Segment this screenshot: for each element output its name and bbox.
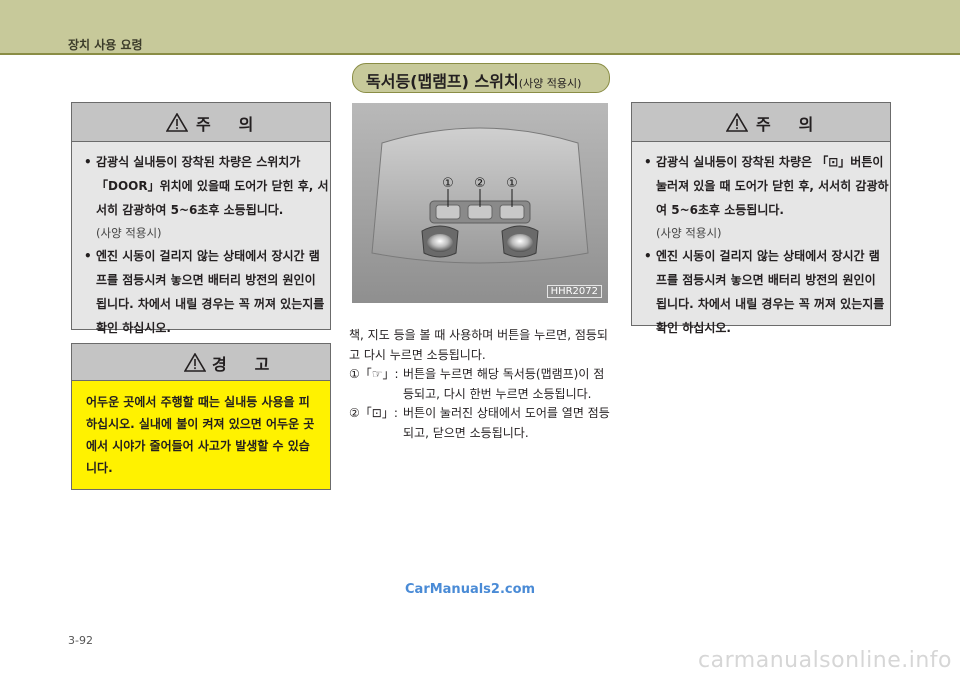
caution-item: • 엔진 시동이 걸리지 않는 상태에서 장시간 램프를 점등시켜 놓으면 배터리…: [84, 249, 325, 335]
page-number: 3-92: [68, 634, 93, 647]
spec-note: (사양 적용시): [96, 226, 162, 240]
watermark-link[interactable]: CarManuals2.com: [405, 582, 535, 597]
caution-item: • 감광식 실내등이 장착된 차량은 스위치가 「DOOR」위치에 있을때 도어가…: [84, 155, 329, 217]
caution-title: 주 의: [756, 115, 814, 134]
photo-code-label: HHR2072: [546, 285, 602, 298]
caution-title-bar: 주 의: [72, 103, 330, 142]
callout-1-left: ①: [442, 176, 454, 191]
section-title: 독서등(맵램프) 스위치(사양 적용시): [366, 72, 582, 91]
map-lamp-photo: ① ② ① HHR2072: [352, 103, 608, 303]
warning-box: 경 고 어두운 곳에서 주행할 때는 실내등 사용을 피하십시오. 실내에 불이…: [71, 343, 331, 490]
description-intro: 책, 지도 등을 볼 때 사용하며 버튼을 누르면, 점등되고 다시 누르면 소…: [349, 328, 608, 362]
section-subtitle: (사양 적용시): [518, 77, 582, 90]
caution-item: • 엔진 시동이 걸리지 않는 상태에서 장시간 램프를 점등시켜 놓으면 배터리…: [644, 249, 885, 335]
caution-title: 주 의: [196, 115, 254, 134]
warning-triangle-icon: [165, 112, 189, 136]
warning-triangle-icon: [725, 112, 749, 136]
callout-2: ②: [474, 176, 486, 191]
warning-triangle-icon: [183, 352, 207, 376]
description-text: 책, 지도 등을 볼 때 사용하며 버튼을 누르면, 점등되고 다시 누르면 소…: [349, 326, 613, 443]
header-rule: [0, 53, 960, 55]
caution-item: • 감광식 실내등이 장착된 차량은 「⊡」버튼이 눌러져 있을 때 도어가 닫힌…: [644, 155, 889, 217]
warning-title: 경 고: [212, 355, 270, 374]
chapter-title: 장치 사용 요령: [68, 38, 143, 52]
caution-title-bar: 주 의: [632, 103, 890, 142]
overhead-console-illustration: ① ② ①: [352, 103, 608, 303]
warning-title-bar: 경 고: [72, 344, 330, 381]
description-item: ②「⊡」: 버튼이 눌러진 상태에서 도어를 열면 점등되고, 닫으면 소등됩니다…: [349, 406, 610, 440]
section-title-pill: 독서등(맵램프) 스위치(사양 적용시): [352, 63, 610, 93]
description-item: ①「☞」: 버튼을 누르면 해당 독서등(맵램프)이 점등되고, 다시 한번 누르…: [349, 367, 605, 401]
caution-box-right: 주 의 • 감광식 실내등이 장착된 차량은 「⊡」버튼이 눌러져 있을 때 도어…: [631, 102, 891, 335]
header-band: [0, 0, 960, 53]
footer-watermark: carmanualsonline.info: [698, 648, 952, 673]
spec-note: (사양 적용시): [656, 226, 722, 240]
caution-box-left: 주 의 • 감광식 실내등이 장착된 차량은 스위치가 「DOOR」위치에 있을때…: [71, 102, 331, 335]
warning-text: 어두운 곳에서 주행할 때는 실내등 사용을 피하십시오. 실내에 불이 켜져 …: [86, 395, 315, 475]
callout-1-right: ①: [506, 176, 518, 191]
